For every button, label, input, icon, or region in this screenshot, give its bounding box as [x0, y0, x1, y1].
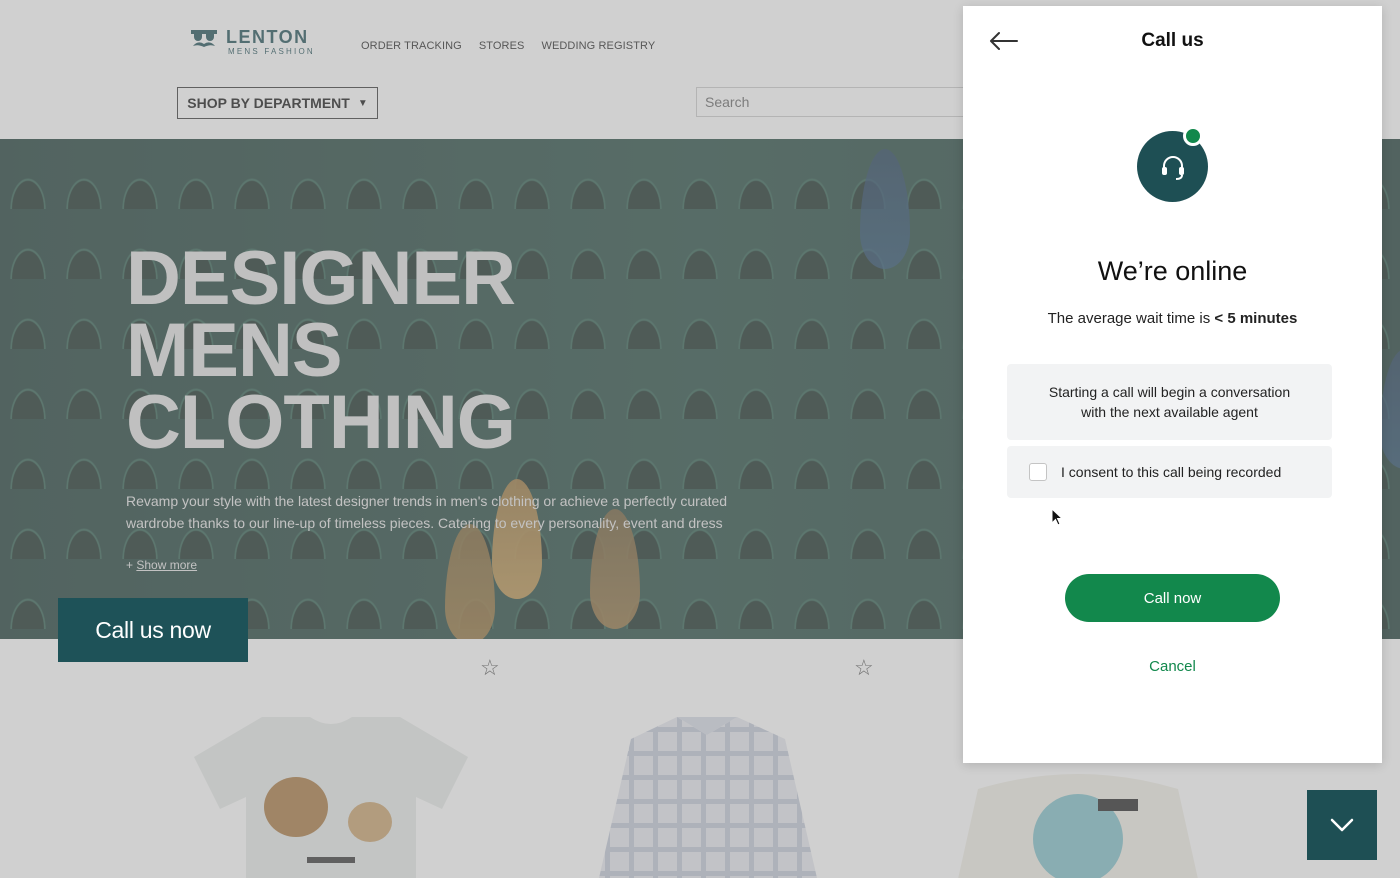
- consent-checkbox[interactable]: [1029, 463, 1047, 481]
- headset-icon: [1161, 155, 1184, 180]
- consent-row[interactable]: I consent to this call being recorded: [1007, 446, 1332, 498]
- call-now-button[interactable]: Call now: [1065, 574, 1280, 622]
- wait-time-text: The average wait time is < 5 minutes: [963, 310, 1382, 327]
- cancel-link[interactable]: Cancel: [963, 658, 1382, 675]
- wait-time-prefix: The average wait time is: [1047, 310, 1211, 327]
- call-us-now-button[interactable]: Call us now: [58, 598, 248, 662]
- panel-title: Call us: [1141, 30, 1204, 51]
- call-info-box: Starting a call will begin a conversatio…: [1007, 364, 1332, 440]
- collapse-widget-button[interactable]: [1307, 790, 1377, 860]
- chevron-down-icon: [1330, 818, 1354, 832]
- call-us-panel: Call us We’re online The average wait ti…: [963, 6, 1382, 763]
- mouse-cursor-icon: [1051, 507, 1064, 526]
- online-status-title: We’re online: [1097, 256, 1248, 286]
- online-status-indicator: [1183, 126, 1203, 146]
- wait-time-value: < 5 minutes: [1214, 310, 1298, 327]
- consent-label: I consent to this call being recorded: [1061, 464, 1282, 480]
- call-info-text: Starting a call will begin a conversatio…: [1048, 384, 1291, 420]
